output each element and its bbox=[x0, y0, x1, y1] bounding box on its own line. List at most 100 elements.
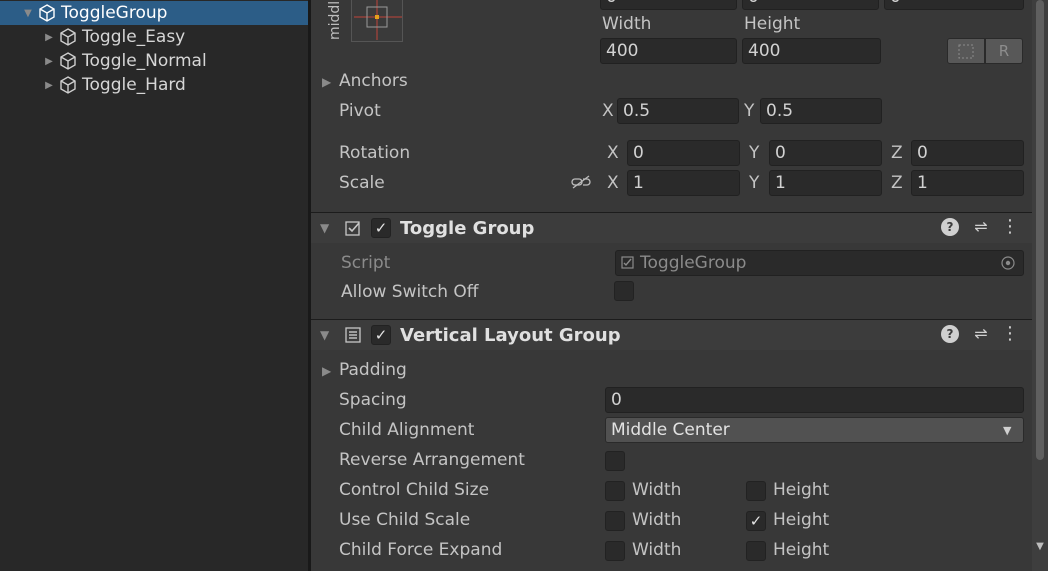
kebab-menu-icon[interactable]: ⋮ bbox=[1001, 216, 1019, 237]
rotation-x-field[interactable]: 0 bbox=[627, 140, 740, 166]
child-force-expand-label: Child Force Expand bbox=[339, 540, 503, 560]
hierarchy-item-label: Toggle_Normal bbox=[82, 51, 207, 71]
hierarchy-item-toggle-normal[interactable]: ▶ Toggle_Normal bbox=[0, 49, 308, 73]
use-child-scale-width-checkbox[interactable] bbox=[605, 511, 625, 531]
use-child-scale-height-label: Height bbox=[773, 510, 830, 530]
script-field[interactable]: ToggleGroup bbox=[615, 250, 1024, 276]
allow-switch-off-label: Allow Switch Off bbox=[341, 282, 479, 302]
child-force-expand-width-label: Width bbox=[632, 540, 682, 560]
kebab-menu-icon[interactable]: ⋮ bbox=[1001, 323, 1019, 344]
pos-y-field[interactable]: 0 bbox=[742, 0, 879, 10]
pivot-y-field[interactable]: 0.5 bbox=[760, 98, 882, 124]
scrollbar-thumb[interactable] bbox=[1036, 0, 1044, 460]
scroll-down-arrow-icon[interactable]: ▼ bbox=[1035, 542, 1045, 552]
constrain-proportions-icon[interactable] bbox=[570, 174, 592, 190]
child-force-expand-width-checkbox[interactable] bbox=[605, 541, 625, 561]
hierarchy-item-label: Toggle_Easy bbox=[82, 27, 186, 47]
rotation-z-axis-label[interactable]: Z bbox=[891, 143, 903, 163]
height-field[interactable]: 400 bbox=[742, 38, 881, 64]
toggle-group-foldout-icon[interactable]: ▼ bbox=[320, 221, 329, 235]
hierarchy-item-label: Toggle_Hard bbox=[82, 75, 186, 95]
reverse-arrangement-label: Reverse Arrangement bbox=[339, 450, 525, 470]
anchors-label[interactable]: Anchors bbox=[339, 71, 408, 91]
child-alignment-label: Child Alignment bbox=[339, 420, 475, 440]
control-child-size-height-checkbox[interactable] bbox=[746, 481, 766, 501]
use-child-scale-width-label: Width bbox=[632, 510, 682, 530]
gameobject-cube-icon bbox=[60, 76, 76, 94]
vertical-layout-group-title: Vertical Layout Group bbox=[400, 325, 621, 346]
script-icon bbox=[621, 256, 634, 269]
rotation-y-axis-label[interactable]: Y bbox=[749, 143, 759, 163]
expand-arrow-icon[interactable]: ▶ bbox=[43, 79, 55, 91]
script-value: ToggleGroup bbox=[640, 253, 747, 273]
control-child-size-width-label: Width bbox=[632, 480, 682, 500]
spacing-field[interactable]: 0 bbox=[605, 387, 1024, 413]
expand-arrow-icon[interactable]: ▶ bbox=[43, 55, 55, 67]
dropdown-arrow-icon: ▼ bbox=[1003, 424, 1012, 437]
help-icon[interactable]: ? bbox=[941, 325, 959, 343]
vertical-layout-group-header[interactable]: ▼ ✓ Vertical Layout Group ? ⇌ ⋮ bbox=[311, 319, 1032, 350]
pivot-x-axis-label[interactable]: X bbox=[602, 101, 614, 121]
presets-icon[interactable]: ⇌ bbox=[971, 217, 991, 236]
child-alignment-dropdown[interactable]: Middle Center ▼ bbox=[605, 417, 1024, 443]
toggle-group-enabled-checkbox[interactable]: ✓ bbox=[371, 218, 391, 238]
hierarchy-item-label: ToggleGroup bbox=[61, 3, 168, 23]
anchor-preset-button[interactable] bbox=[351, 0, 403, 42]
use-child-scale-height-checkbox[interactable]: ✓ bbox=[746, 511, 766, 531]
blueprint-icon bbox=[958, 44, 974, 59]
child-force-expand-height-checkbox[interactable] bbox=[746, 541, 766, 561]
scale-z-axis-label[interactable]: Z bbox=[891, 173, 903, 193]
scale-label: Scale bbox=[339, 173, 385, 193]
height-label: Height bbox=[744, 14, 801, 34]
hierarchy-item-togglegroup[interactable]: ▼ ToggleGroup bbox=[0, 1, 308, 25]
rotation-z-field[interactable]: 0 bbox=[911, 140, 1024, 166]
padding-label[interactable]: Padding bbox=[339, 360, 407, 380]
expand-arrow-icon[interactable]: ▶ bbox=[43, 31, 55, 43]
child-force-expand-height-label: Height bbox=[773, 540, 830, 560]
hierarchy-item-toggle-hard[interactable]: ▶ Toggle_Hard bbox=[0, 73, 308, 97]
inspector-scrollbar[interactable]: ▼ bbox=[1032, 0, 1048, 571]
width-field[interactable]: 400 bbox=[600, 38, 737, 64]
vertical-layout-group-foldout-icon[interactable]: ▼ bbox=[320, 328, 329, 342]
control-child-size-label: Control Child Size bbox=[339, 480, 490, 500]
anchor-preset-side-label: middle bbox=[327, 0, 343, 40]
anchors-foldout-icon[interactable]: ▶ bbox=[322, 75, 331, 89]
scale-y-axis-label[interactable]: Y bbox=[749, 173, 759, 193]
pos-x-field[interactable]: 0 bbox=[600, 0, 737, 10]
blueprint-mode-button[interactable] bbox=[947, 38, 985, 64]
anchor-preset-icon bbox=[354, 0, 402, 40]
vertical-layout-group-component-icon bbox=[345, 327, 361, 343]
presets-icon[interactable]: ⇌ bbox=[971, 324, 991, 343]
hierarchy-panel: ▼ ToggleGroup ▶ Toggle_Easy ▶ Toggle_Nor… bbox=[0, 0, 308, 571]
scale-z-field[interactable]: 1 bbox=[911, 170, 1024, 196]
rotation-x-axis-label[interactable]: X bbox=[607, 143, 619, 163]
pos-z-field[interactable]: 0 bbox=[884, 0, 1024, 10]
scale-x-axis-label[interactable]: X bbox=[607, 173, 619, 193]
hierarchy-item-toggle-easy[interactable]: ▶ Toggle_Easy bbox=[0, 25, 308, 49]
spacing-label: Spacing bbox=[339, 390, 407, 410]
control-child-size-height-label: Height bbox=[773, 480, 830, 500]
scale-y-field[interactable]: 1 bbox=[769, 170, 882, 196]
padding-foldout-icon[interactable]: ▶ bbox=[322, 364, 331, 378]
rotation-y-field[interactable]: 0 bbox=[769, 140, 882, 166]
toggle-group-header[interactable]: ▼ ✓ Toggle Group ? ⇌ ⋮ bbox=[311, 212, 1032, 243]
pivot-label: Pivot bbox=[339, 101, 381, 121]
scale-x-field[interactable]: 1 bbox=[627, 170, 740, 196]
object-picker-icon[interactable] bbox=[1001, 256, 1015, 270]
script-label: Script bbox=[341, 253, 391, 273]
pivot-y-axis-label[interactable]: Y bbox=[744, 101, 754, 121]
vertical-layout-group-enabled-checkbox[interactable]: ✓ bbox=[371, 325, 391, 345]
raw-edit-button[interactable]: R bbox=[985, 38, 1023, 64]
gameobject-cube-icon bbox=[60, 52, 76, 70]
width-label: Width bbox=[602, 14, 652, 34]
allow-switch-off-checkbox[interactable] bbox=[614, 281, 634, 301]
control-child-size-width-checkbox[interactable] bbox=[605, 481, 625, 501]
pivot-x-field[interactable]: 0.5 bbox=[617, 98, 739, 124]
rotation-label: Rotation bbox=[339, 143, 411, 163]
expand-arrow-icon[interactable]: ▼ bbox=[22, 7, 34, 19]
toggle-group-title: Toggle Group bbox=[400, 218, 535, 239]
reverse-arrangement-checkbox[interactable] bbox=[605, 451, 625, 471]
inspector-panel: middle 0 0 0 Width Height 400 400 R ▶ An… bbox=[311, 0, 1032, 571]
gameobject-cube-icon bbox=[39, 4, 55, 22]
help-icon[interactable]: ? bbox=[941, 218, 959, 236]
